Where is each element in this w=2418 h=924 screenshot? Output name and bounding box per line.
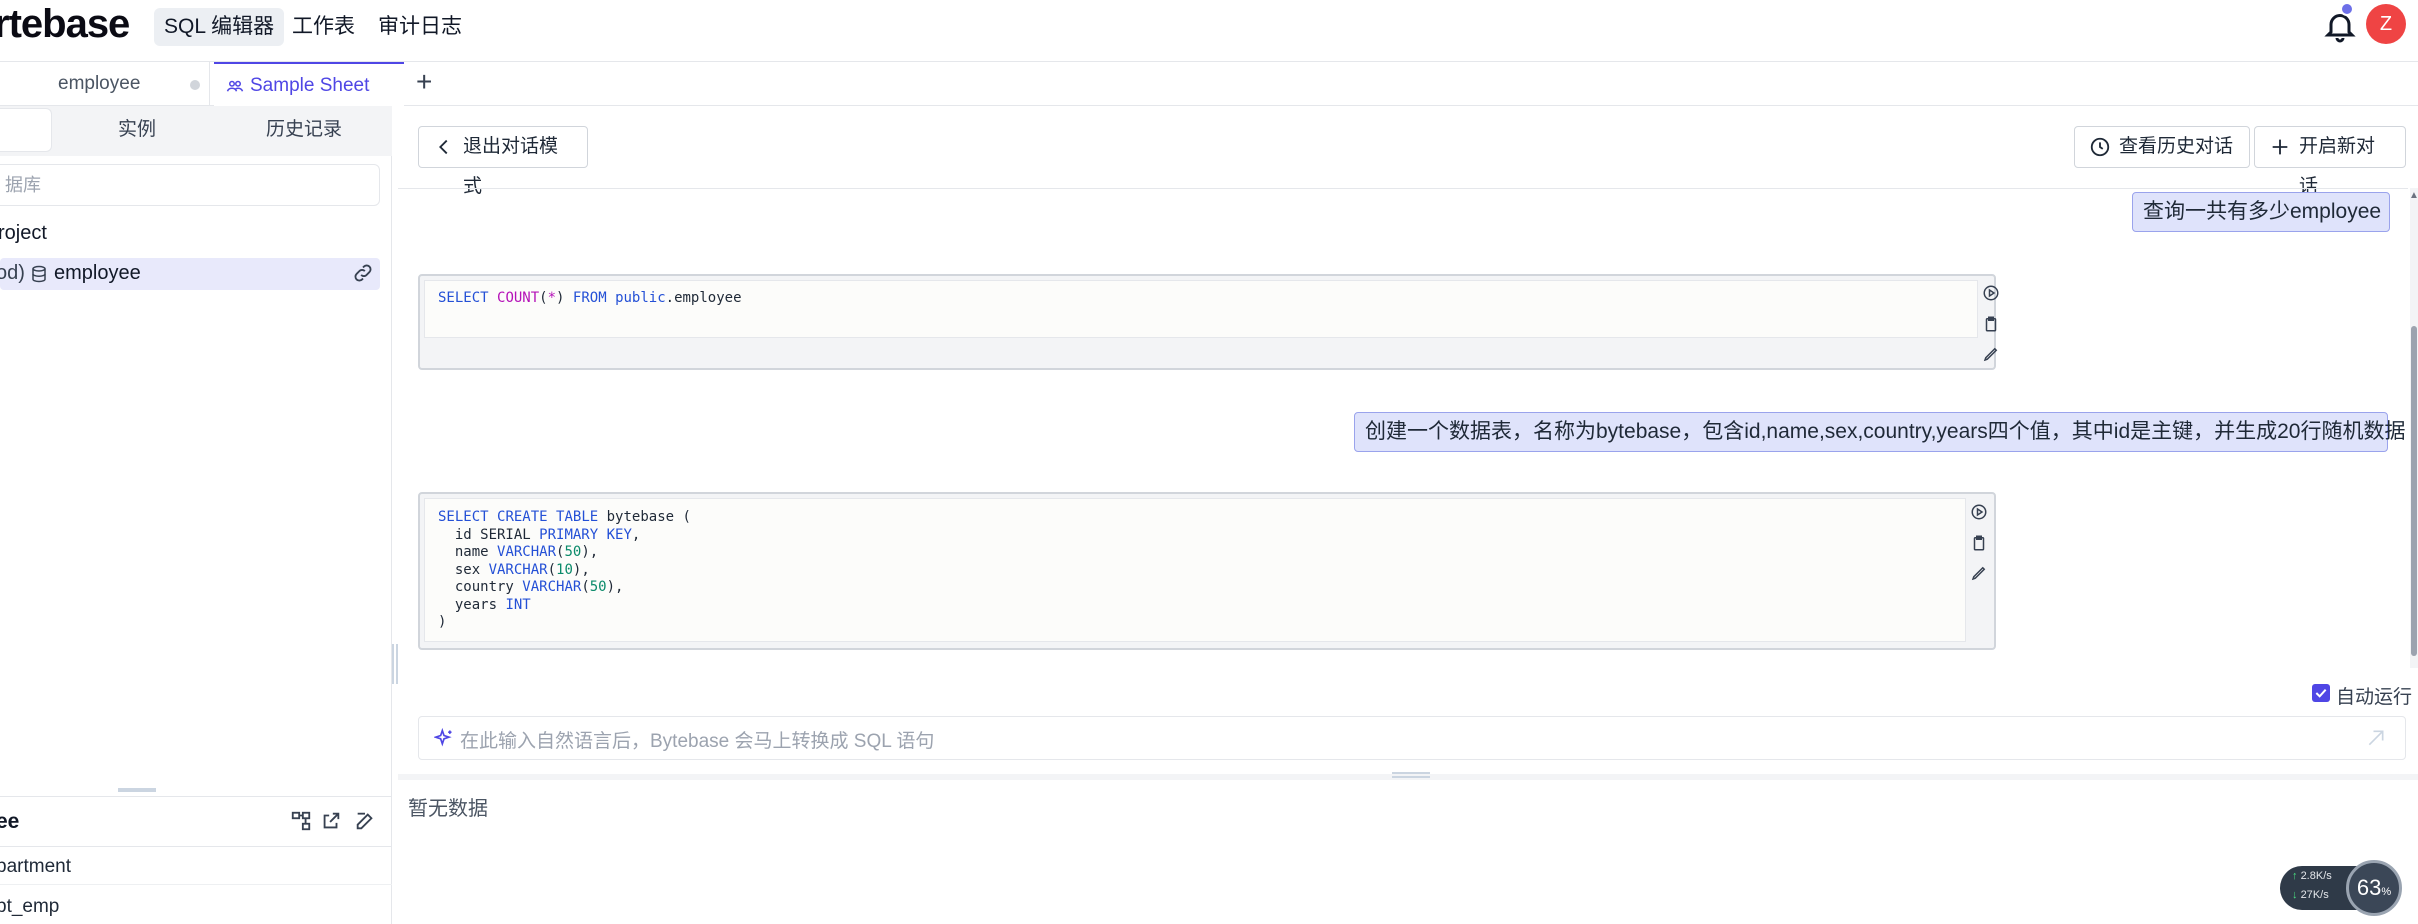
- nav-audit-log[interactable]: 审计日志: [368, 8, 472, 46]
- run-icon[interactable]: [1970, 503, 1988, 521]
- check-icon: [2315, 688, 2327, 698]
- external-link-icon[interactable]: [320, 810, 342, 832]
- user-message: 创建一个数据表，名称为bytebase，包含id,name,sex,countr…: [1354, 412, 2405, 452]
- tab-unsaved-dot: [190, 80, 200, 90]
- tab-sample-sheet-label: Sample Sheet: [250, 75, 370, 96]
- edit-icon[interactable]: [1982, 345, 2000, 363]
- database-icon: [32, 265, 46, 283]
- sql-code: SELECT CREATE TABLE bytebase ( id SERIAL…: [438, 509, 691, 630]
- tab-sample-sheet[interactable]: Sample Sheet: [214, 62, 404, 106]
- sparkle-icon: [434, 728, 452, 747]
- tree-database-name: employee: [54, 262, 141, 284]
- bell-icon[interactable]: [2322, 8, 2358, 44]
- table-list-item[interactable]: partment: [0, 856, 71, 878]
- sql-code: SELECT COUNT(*) FROM public.employee: [438, 290, 742, 306]
- link-icon[interactable]: [352, 262, 374, 284]
- sidebar-tab-history[interactable]: 历史记录: [266, 114, 342, 141]
- notification-dot: [2340, 2, 2354, 16]
- auto-run-checkbox[interactable]: [2312, 684, 2330, 702]
- tree-project-node[interactable]: roject: [0, 222, 47, 245]
- nav-worksheets[interactable]: 工作表: [282, 8, 365, 46]
- chat-scrollbar-thumb[interactable]: [2411, 326, 2417, 656]
- nl-input-placeholder: 在此输入自然语言后，Bytebase 会马上转换成 SQL 语句: [460, 731, 935, 752]
- download-speed: ↓ 27K/s: [2292, 889, 2329, 901]
- user-message: 查询一共有多少employee: [2132, 192, 2390, 232]
- copy-icon[interactable]: [1982, 315, 2000, 333]
- table-list-item[interactable]: pt_emp: [0, 896, 59, 918]
- upload-speed: ↑ 2.8K/s: [2292, 870, 2332, 882]
- memory-usage-gauge[interactable]: 63%: [2346, 860, 2402, 916]
- view-history-button[interactable]: 查看历史对话: [2074, 126, 2250, 168]
- plus-icon: [2272, 139, 2288, 155]
- add-tab-button[interactable]: +: [416, 66, 432, 98]
- sidebar-resize-handle[interactable]: [118, 788, 156, 792]
- bytebase-logo[interactable]: rtebase: [0, 2, 130, 47]
- send-icon[interactable]: [2366, 728, 2386, 748]
- view-history-label: 查看历史对话: [2119, 136, 2234, 157]
- divider: [398, 188, 2408, 189]
- arrow-down-icon: ↓: [2292, 889, 2298, 901]
- copy-icon[interactable]: [1970, 534, 1988, 552]
- exit-chat-mode-button[interactable]: 退出对话模式: [418, 126, 588, 197]
- table-list-title: ee: [0, 810, 20, 833]
- users-icon: [226, 80, 244, 92]
- sidebar-tab-instances[interactable]: 实例: [118, 114, 156, 141]
- chevron-left-icon: [439, 139, 448, 155]
- empty-result-text: 暂无数据: [408, 798, 488, 820]
- clock-icon: [2090, 137, 2110, 157]
- edit-icon[interactable]: [1970, 564, 1988, 582]
- user-avatar[interactable]: Z: [2366, 4, 2406, 44]
- run-icon[interactable]: [1982, 284, 2000, 302]
- new-chat-button[interactable]: 开启新对话: [2254, 126, 2406, 197]
- database-search-input[interactable]: 据库: [0, 164, 380, 206]
- result-resize-handle[interactable]: [1392, 772, 1430, 778]
- scroll-up-arrow-icon[interactable]: ▲: [2409, 190, 2418, 201]
- tree-database-env: od): [0, 262, 25, 284]
- divider: [0, 846, 392, 847]
- schema-diagram-icon[interactable]: [290, 810, 312, 832]
- divider: [0, 884, 392, 885]
- edit-icon[interactable]: [354, 810, 376, 832]
- arrow-up-icon: ↑: [2292, 870, 2298, 882]
- sidebar-tab-active[interactable]: [0, 108, 52, 152]
- sql-code-block[interactable]: [424, 280, 1978, 338]
- nav-sql-editor[interactable]: SQL 编辑器: [154, 8, 285, 46]
- tab-employee[interactable]: employee: [48, 62, 210, 106]
- auto-run-label: 自动运行: [2336, 687, 2413, 708]
